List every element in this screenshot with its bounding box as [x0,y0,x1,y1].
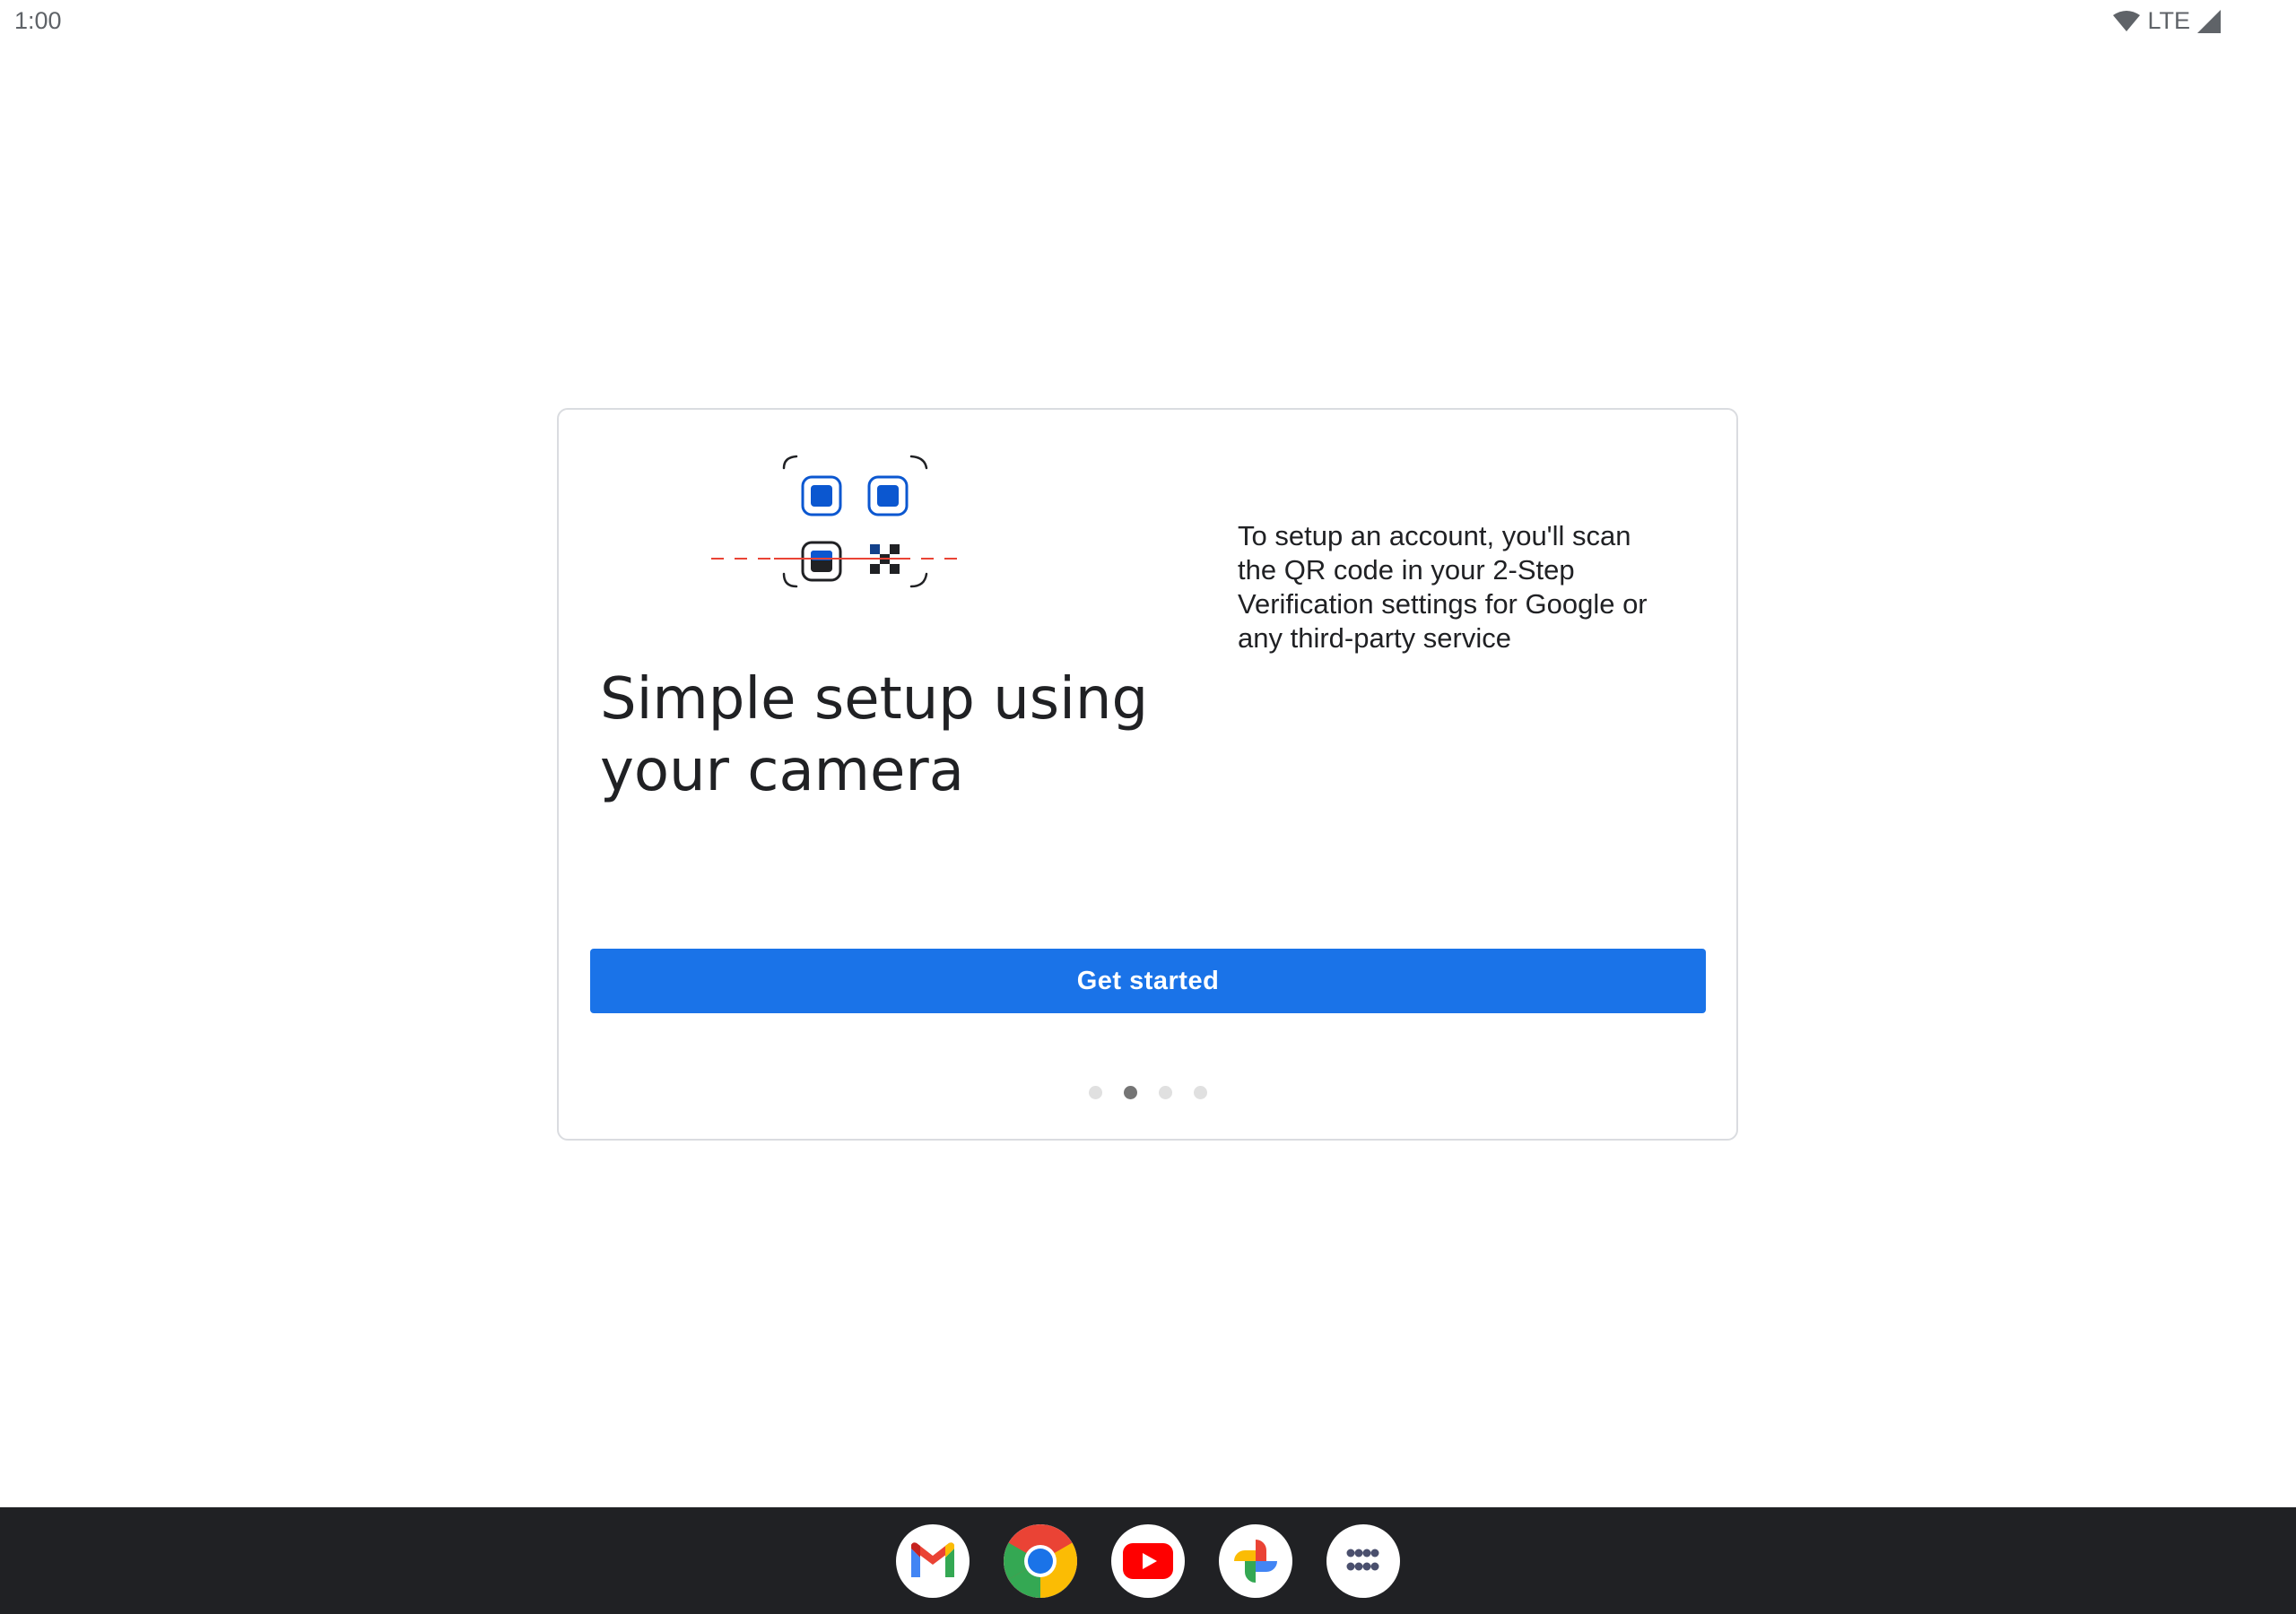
page-dot-2[interactable] [1123,1086,1137,1099]
gmail-icon[interactable] [896,1523,970,1598]
taskbar [0,1507,2296,1614]
status-bar: 1:00 LTE [0,0,2296,45]
status-time: 1:00 [14,7,62,34]
headline: Simple setup using your camera [600,666,1149,804]
photos-icon[interactable] [1219,1523,1292,1598]
onboarding-card: Simple setup using your camera To setup … [557,408,1738,1141]
page-indicator [559,1086,1736,1099]
wifi-icon [2113,10,2141,31]
page-dot-3[interactable] [1158,1086,1172,1099]
network-type: LTE [2147,7,2190,34]
description: To setup an account, you'll scan the QR … [1238,520,1648,654]
signal-icon [2197,9,2221,33]
page-dot-4[interactable] [1193,1086,1207,1099]
status-icons: LTE [2113,7,2221,35]
chrome-icon[interactable] [1004,1523,1077,1598]
youtube-icon[interactable] [1111,1523,1185,1598]
page-dot-1[interactable] [1088,1086,1102,1099]
app-drawer-icon[interactable] [1326,1523,1400,1598]
qr-scan-illustration [711,455,962,588]
get-started-button[interactable]: Get started [590,949,1706,1013]
